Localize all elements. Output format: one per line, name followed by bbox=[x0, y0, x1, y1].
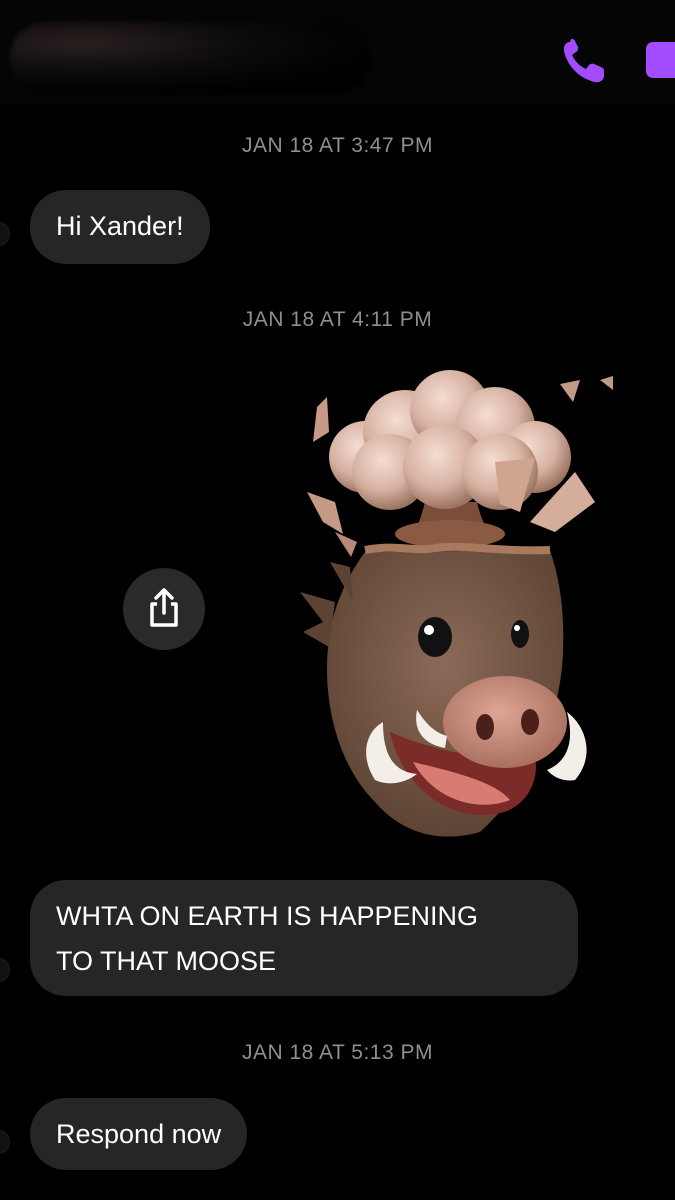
message-bubble[interactable]: Respond now bbox=[30, 1098, 248, 1170]
redacted-contact-name[interactable] bbox=[10, 22, 370, 94]
message-timestamp: JAN 18 AT 5:13 PM bbox=[242, 1041, 433, 1064]
message-line: WHTA ON EARTH IS HAPPENING bbox=[56, 901, 479, 931]
avatar bbox=[0, 222, 10, 246]
avatar bbox=[0, 1130, 10, 1154]
conversation-header bbox=[0, 0, 675, 105]
share-button[interactable] bbox=[123, 568, 205, 650]
exploding-head-boar-memoji[interactable] bbox=[295, 362, 615, 852]
message-timestamp: JAN 18 AT 4:11 PM bbox=[242, 308, 433, 331]
avatar bbox=[0, 958, 10, 982]
message-timestamp: JAN 18 AT 3:47 PM bbox=[242, 134, 433, 157]
message-line: TO THAT MOOSE bbox=[56, 946, 277, 976]
video-icon[interactable] bbox=[646, 42, 675, 78]
phone-icon[interactable] bbox=[556, 34, 612, 90]
share-icon bbox=[150, 588, 178, 627]
message-bubble[interactable]: WHTA ON EARTH IS HAPPENING TO THAT MOOSE bbox=[30, 880, 578, 996]
message-bubble[interactable]: Hi Xander! bbox=[30, 190, 210, 264]
